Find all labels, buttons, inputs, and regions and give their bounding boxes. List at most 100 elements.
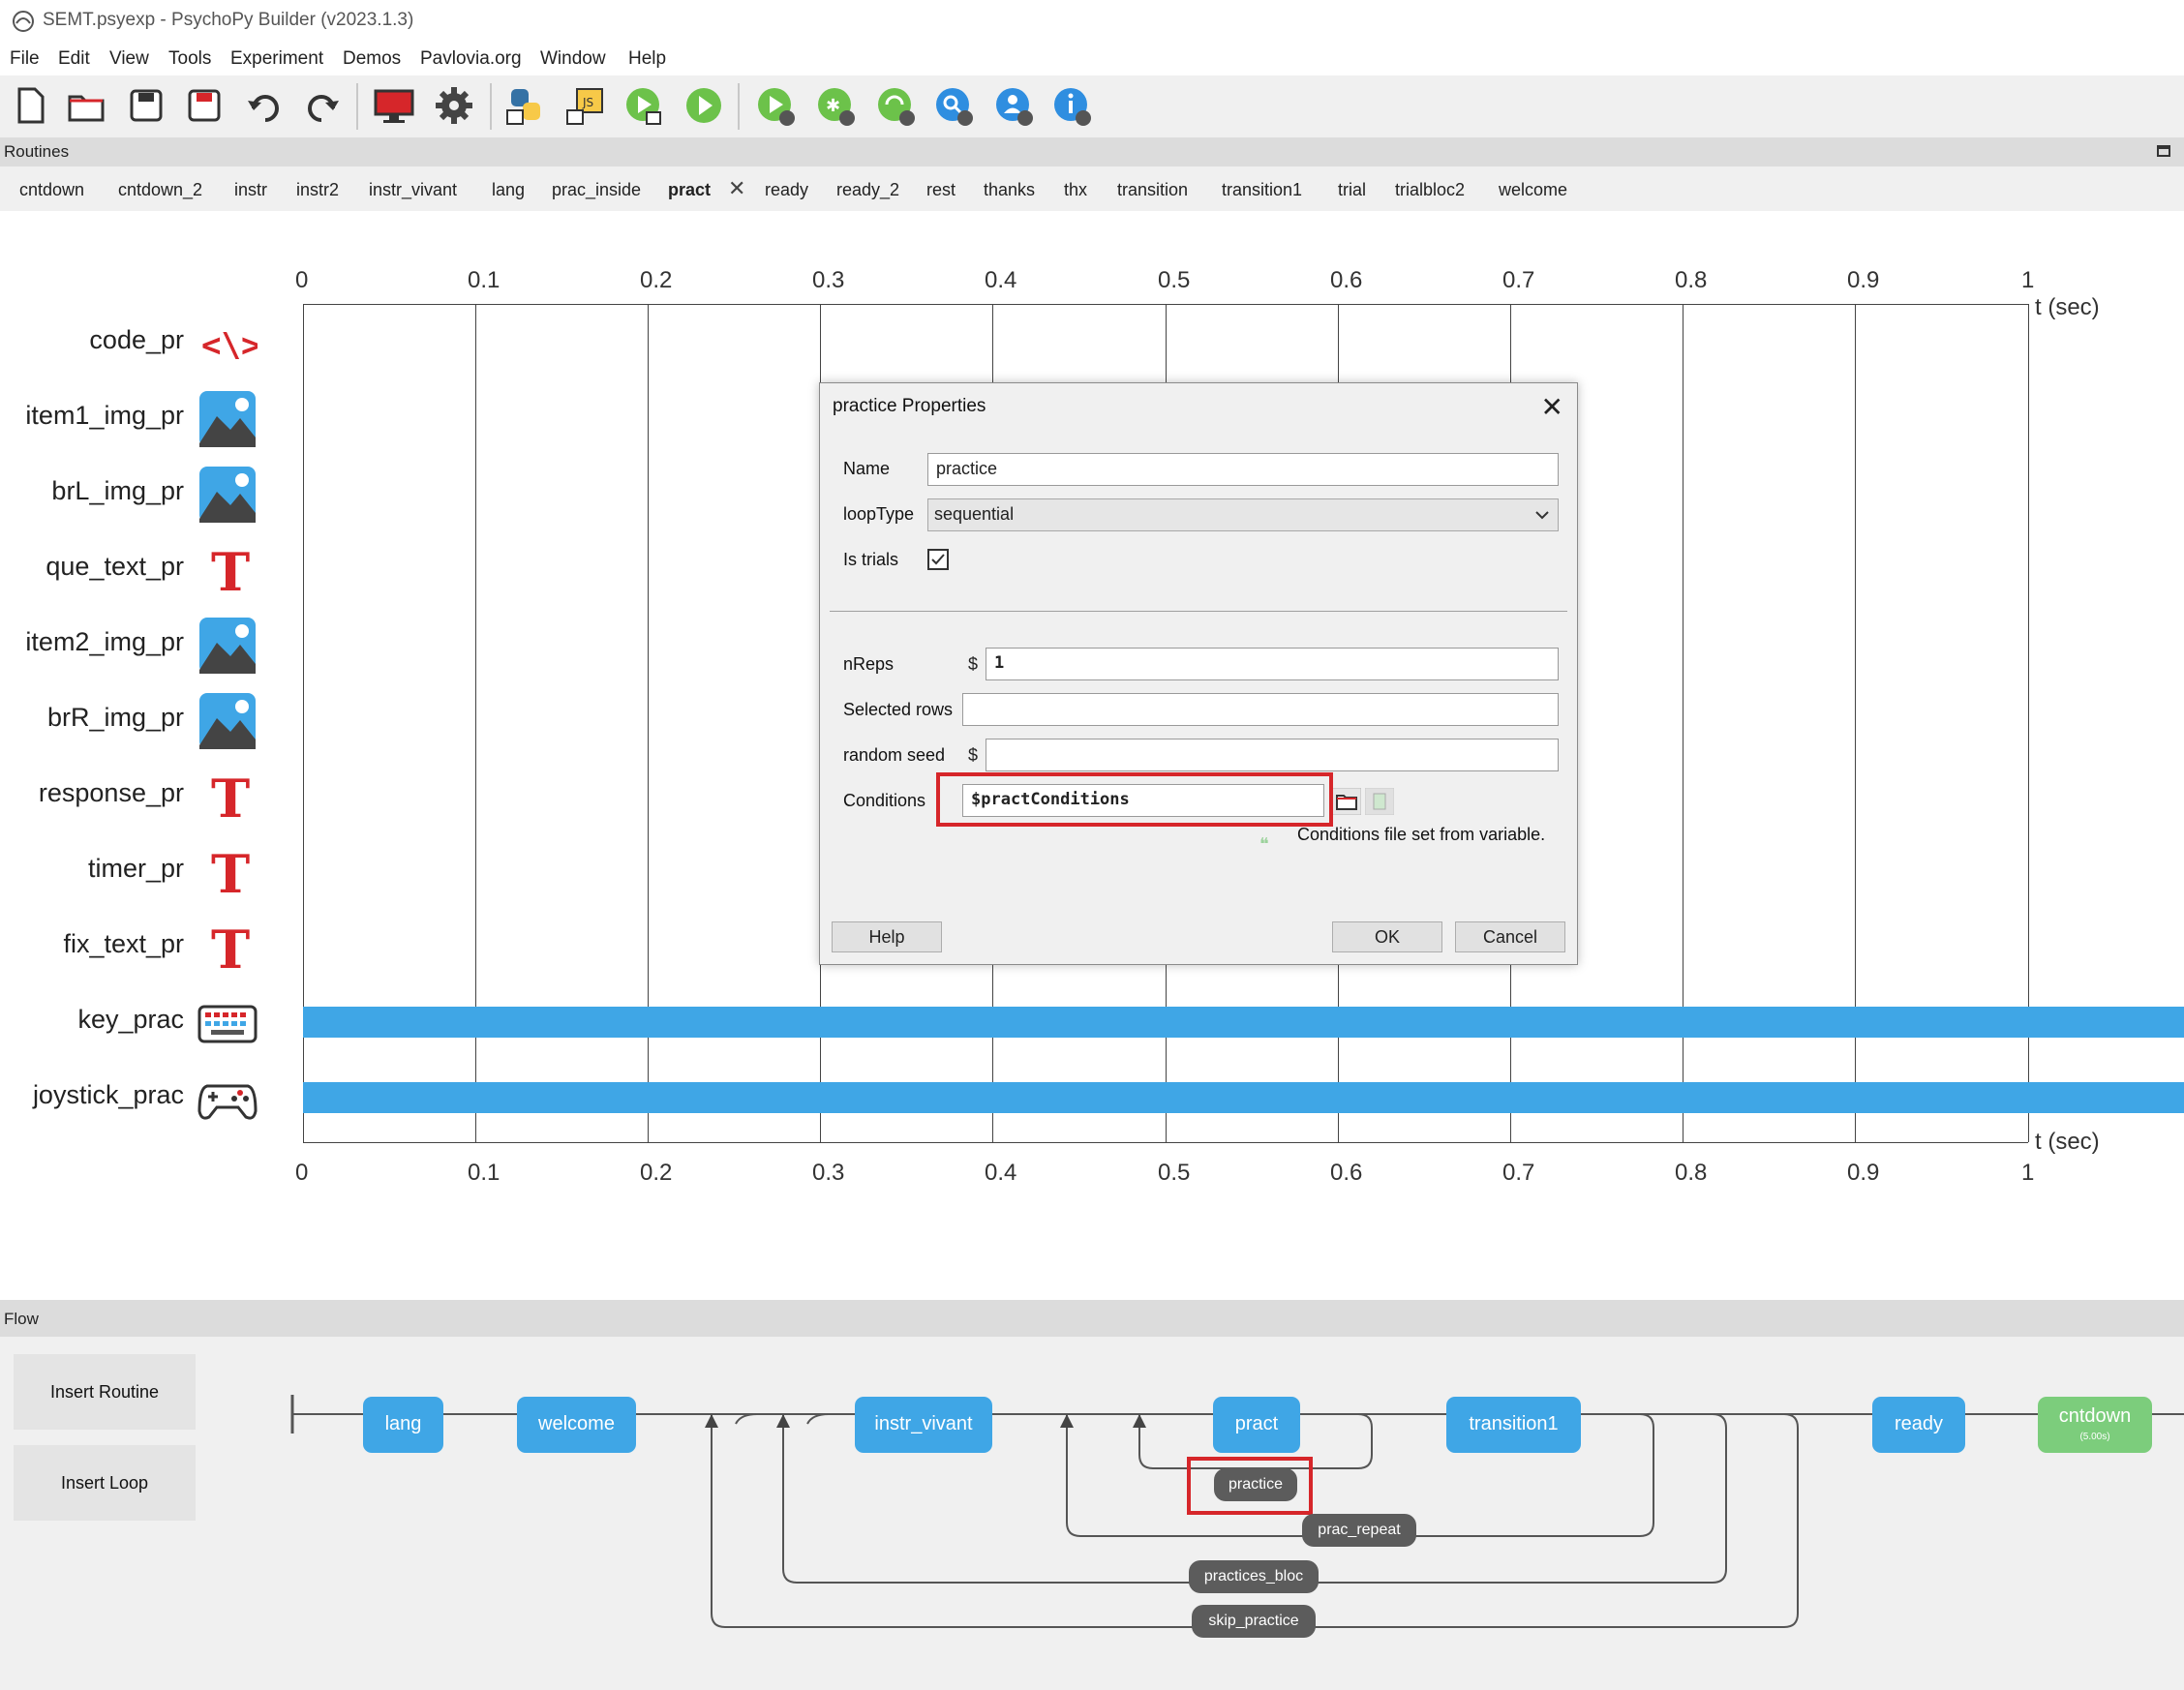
component-item2-img-pr[interactable]: item2_img_pr [0,627,184,657]
search-pavlovia-icon[interactable] [931,83,976,128]
image-icon[interactable] [197,616,258,676]
tab-thx[interactable]: thx [1064,180,1087,200]
tab-trial[interactable]: trial [1338,180,1366,200]
debug-icon[interactable]: ✱ [813,83,858,128]
text-icon[interactable]: T [197,540,258,600]
joystick-prac-duration-bar[interactable] [303,1082,2184,1113]
flow-routine-transition1[interactable]: transition1 [1446,1397,1581,1453]
redo-icon[interactable] [300,83,345,128]
component-brl-img-pr[interactable]: brL_img_pr [0,476,184,506]
flow-loop-skip-practice[interactable]: skip_practice [1192,1605,1316,1638]
component-item1-img-pr[interactable]: item1_img_pr [0,401,184,431]
tab-cntdown-2[interactable]: cntdown_2 [118,180,202,200]
component-fix-text-pr[interactable]: fix_text_pr [0,929,184,959]
name-field[interactable]: practice [927,453,1559,486]
user-icon[interactable] [991,83,1036,128]
cancel-button[interactable]: Cancel [1455,921,1565,952]
tab-prac-inside[interactable]: prac_inside [552,180,641,200]
view-conditions-icon[interactable] [1365,788,1394,815]
random-seed-label: random seed [843,745,946,765]
open-folder-icon[interactable] [64,83,108,128]
component-brr-img-pr[interactable]: brR_img_pr [0,703,184,733]
flow-routine-lang[interactable]: lang [363,1397,443,1453]
tab-instr[interactable]: instr [234,180,267,200]
flow-routine-ready[interactable]: ready [1872,1397,1965,1453]
tick-label: 0.7 [1502,267,1535,293]
menu-window[interactable]: Window [540,48,606,70]
js-compile-icon[interactable]: JS [563,83,608,128]
tab-transition1[interactable]: transition1 [1222,180,1302,200]
tab-transition[interactable]: transition [1117,180,1188,200]
tick-label: 0.8 [1675,267,1708,293]
undo-icon[interactable] [242,83,287,128]
component-response-pr[interactable]: response_pr [0,778,184,808]
ok-button[interactable]: OK [1332,921,1442,952]
run-experiment-icon[interactable] [622,83,666,128]
tab-cntdown[interactable]: cntdown [19,180,84,200]
random-seed-field[interactable] [986,739,1559,771]
close-icon[interactable]: ✕ [1541,391,1563,423]
component-que-text-pr[interactable]: que_text_pr [0,552,184,582]
sync-icon[interactable] [873,83,918,128]
tab-trialbloc2[interactable]: trialbloc2 [1395,180,1465,200]
menu-view[interactable]: View [109,48,149,70]
tab-thanks[interactable]: thanks [984,180,1035,200]
code-icon[interactable]: <\> [197,316,258,376]
menu-help[interactable]: Help [628,48,666,70]
monitor-icon[interactable] [372,83,416,128]
name-label: Name [843,459,891,478]
tab-close-icon[interactable]: ✕ [728,176,745,201]
key-prac-duration-bar[interactable] [303,1007,2184,1038]
maximize-pane-icon[interactable] [2157,145,2170,157]
image-icon[interactable] [197,465,258,525]
run-icon[interactable] [682,83,726,128]
component-key-prac[interactable]: key_prac [0,1005,184,1035]
image-icon[interactable] [197,691,258,751]
settings-gear-icon[interactable] [432,83,476,128]
save-as-icon[interactable] [182,83,227,128]
istrials-checkbox[interactable] [927,549,949,570]
flow-routine-cntdown[interactable]: cntdown (5.00s) [2038,1397,2152,1453]
looptype-select[interactable]: sequential [927,498,1559,531]
flow-loop-practices-bloc[interactable]: practices_bloc [1189,1560,1319,1593]
flow-routine-pract[interactable]: pract [1213,1397,1300,1453]
dialog-divider [830,611,1567,612]
toolbar-separator [356,83,358,130]
pilot-run-icon[interactable] [753,83,798,128]
save-icon[interactable] [124,83,168,128]
help-button[interactable]: Help [832,921,942,952]
flow-routine-welcome[interactable]: welcome [517,1397,636,1453]
tab-ready[interactable]: ready [765,180,808,200]
nreps-label: nReps [843,654,895,674]
keyboard-icon[interactable] [197,993,258,1053]
flow-routine-instr-vivant[interactable]: instr_vivant [855,1397,992,1453]
tab-welcome[interactable]: welcome [1499,180,1567,200]
tab-pract[interactable]: pract [668,180,711,200]
flow-loop-prac-repeat[interactable]: prac_repeat [1302,1514,1416,1547]
gamepad-icon[interactable] [197,1069,258,1129]
info-icon[interactable] [1049,83,1094,128]
selected-rows-field[interactable] [962,693,1559,726]
nreps-field[interactable]: 1 [986,648,1559,680]
new-file-icon[interactable] [8,83,52,128]
menu-tools[interactable]: Tools [168,48,211,70]
tab-instr2[interactable]: instr2 [296,180,339,200]
component-code-pr[interactable]: code_pr [0,325,184,355]
tab-ready-2[interactable]: ready_2 [836,180,899,200]
text-icon[interactable]: T [197,918,258,978]
tab-rest[interactable]: rest [926,180,956,200]
component-timer-pr[interactable]: timer_pr [0,854,184,884]
menu-demos[interactable]: Demos [343,48,401,70]
python-compile-icon[interactable] [503,83,548,128]
tab-instr-vivant[interactable]: instr_vivant [369,180,457,200]
tab-lang[interactable]: lang [492,180,525,200]
image-icon[interactable] [197,389,258,449]
menu-experiment[interactable]: Experiment [230,48,323,70]
menu-pavlovia[interactable]: Pavlovia.org [420,48,522,70]
menu-edit[interactable]: Edit [58,48,90,70]
text-icon[interactable]: T [197,767,258,827]
component-joystick-prac[interactable]: joystick_prac [0,1080,184,1110]
text-icon[interactable]: T [197,842,258,902]
browse-folder-icon[interactable] [1332,788,1361,815]
menu-file[interactable]: File [10,48,40,70]
